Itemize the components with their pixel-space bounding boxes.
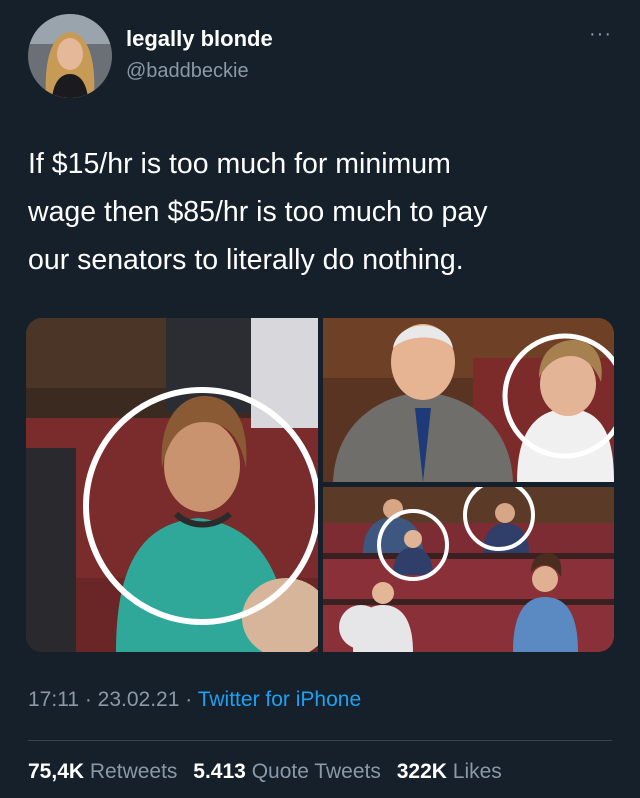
quote-tweets-count: 5.413: [193, 760, 246, 783]
display-name[interactable]: legally blonde: [126, 26, 273, 52]
photo-image: [26, 318, 318, 652]
retweets-stat[interactable]: 75,4K Retweets: [28, 760, 177, 783]
more-options-icon[interactable]: ···: [589, 24, 612, 44]
quote-tweets-label: Quote Tweets: [251, 760, 381, 783]
meta-separator: ·: [79, 688, 98, 711]
photo-image: [323, 487, 614, 652]
avatar[interactable]: [28, 14, 112, 98]
likes-label: Likes: [452, 760, 502, 783]
tweet-text-line: our senators to literally do nothing.: [28, 244, 464, 276]
tweet-text-line: wage then $85/hr is too much to pay: [28, 196, 488, 228]
tweet-text: If $15/hr is too much for minimum wage t…: [28, 140, 612, 284]
tweet-time[interactable]: 17:11: [28, 688, 79, 711]
meta-separator: ·: [179, 688, 198, 711]
user-handle[interactable]: @baddbeckie: [126, 60, 249, 83]
photo-sleeping-woman-teal[interactable]: [26, 318, 318, 652]
divider: [28, 740, 612, 741]
tweet-stats: 75,4K Retweets 5.413 Quote Tweets 322K L…: [28, 760, 512, 784]
retweets-label: Retweets: [89, 760, 178, 783]
photo-chamber-benches[interactable]: [323, 487, 614, 652]
quote-tweets-stat[interactable]: 5.413 Quote Tweets: [193, 760, 381, 783]
tweet-date[interactable]: 23.02.21: [98, 688, 180, 711]
likes-count: 322K: [396, 760, 447, 783]
tweet-source-link[interactable]: Twitter for iPhone: [198, 688, 361, 711]
retweets-count: 75,4K: [28, 760, 85, 783]
likes-stat[interactable]: 322K Likes: [397, 760, 502, 783]
photo-image: [323, 318, 614, 482]
tweet-text-line: If $15/hr is too much for minimum: [28, 148, 451, 180]
tweet-metadata: 17:11 · 23.02.21 · Twitter for iPhone: [28, 688, 361, 712]
tweet-media[interactable]: [26, 318, 614, 652]
photo-old-man-speaking[interactable]: [323, 318, 614, 482]
avatar-image: [28, 14, 112, 98]
